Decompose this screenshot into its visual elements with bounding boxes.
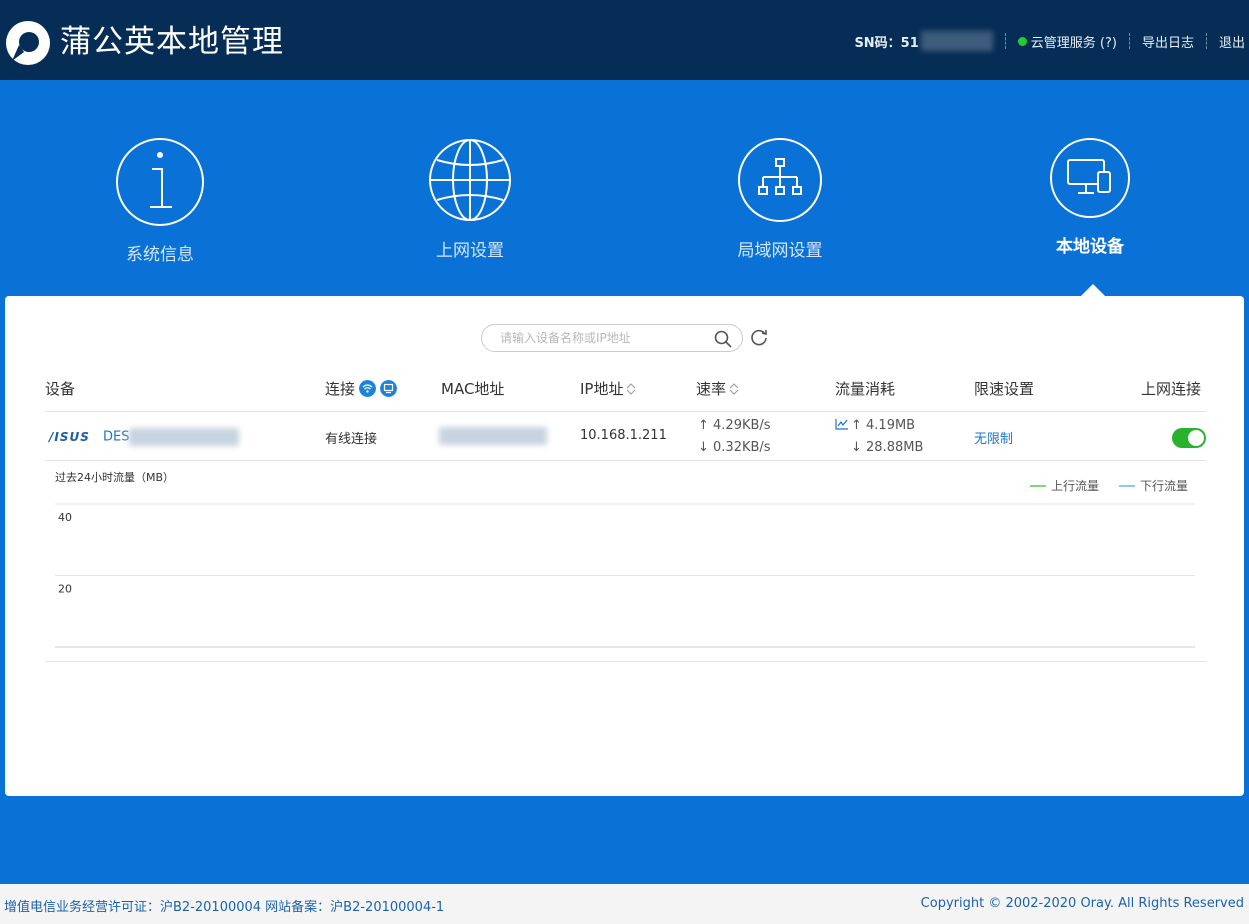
online-toggle[interactable] (1172, 428, 1206, 448)
nav-label: 上网设置 (436, 241, 504, 261)
y-tick-label: 20 (58, 583, 72, 596)
logout-link[interactable]: 退出 (1219, 32, 1245, 51)
divider (1004, 33, 1006, 49)
nav-label: 局域网设置 (737, 241, 823, 261)
active-tab-pointer (1081, 284, 1105, 296)
logo-icon (6, 21, 50, 65)
connection-type: 有线连接 (325, 432, 378, 447)
sn-value-redacted (920, 31, 993, 51)
chart-plot: 2040 (55, 503, 1195, 648)
traffic-chart: 过去24小时流量（MB） 上行流量 下行流量 20 40 (45, 461, 1206, 662)
traffic-down: ↓ 28.88MB (851, 440, 924, 455)
search-box (481, 324, 743, 352)
rate-down: ↓ 0.32KB/s (698, 440, 771, 455)
col-ip-label: IP地址 (580, 380, 624, 398)
refresh-icon[interactable] (749, 327, 769, 347)
ip-address: 10.168.1.211 (580, 428, 667, 443)
nav-circle (738, 138, 822, 222)
col-connection-label: 连接 (325, 380, 356, 398)
sort-icon[interactable] (626, 382, 636, 396)
devices-icon (1067, 159, 1111, 194)
nav-circle (428, 138, 512, 222)
devices-panel: 设备 连接 MAC地址 IP地址 速率 (5, 296, 1244, 796)
col-ip[interactable]: IP地址 (580, 378, 636, 399)
wired-filter-icon[interactable] (380, 380, 398, 397)
brand-logo: /ISUS (49, 430, 90, 444)
status-dot-icon (1017, 36, 1027, 46)
device-name[interactable]: DES (103, 428, 240, 446)
nav-local-devices[interactable]: 本地设备 (990, 138, 1190, 257)
header-actions: SN码：51 云管理服务 (?) 导出日志 退出 (854, 30, 1249, 52)
globe-icon (429, 139, 511, 221)
info-icon (150, 152, 172, 208)
table-row[interactable]: /ISUS DES 有线连接 10.168.1.211 ↑ 4.29KB/s ↓… (45, 412, 1206, 461)
export-log-link[interactable]: 导出日志 (1142, 32, 1194, 51)
device-name-redacted (129, 428, 240, 446)
nav-system-info[interactable]: 系统信息 (60, 138, 260, 265)
network-tree-icon (758, 158, 802, 195)
page-footer: 增值电信业务经营许可证：沪B2-20100004 网站备案：沪B2-201000… (0, 884, 1249, 924)
nav-label: 本地设备 (1056, 237, 1124, 257)
top-header: 蒲公英本地管理 SN码：51 云管理服务 (?) 导出日志 退出 (0, 0, 1249, 80)
divider (1205, 33, 1207, 49)
col-limit: 限速设置 (974, 380, 1035, 398)
device-name-text: DES (103, 429, 130, 445)
col-rate-label: 速率 (696, 380, 727, 398)
nav-circle (1050, 138, 1130, 218)
col-traffic: 流量消耗 (835, 380, 896, 398)
rate-up: ↑ 4.29KB/s (698, 418, 771, 433)
cloud-service-link[interactable]: 云管理服务 (?) (1031, 32, 1117, 51)
sn-label: SN码：51 (854, 35, 919, 51)
sort-icon[interactable] (729, 382, 739, 396)
nav-internet-settings[interactable]: 上网设置 (370, 138, 570, 261)
app-title: 蒲公英本地管理 (60, 24, 284, 60)
col-connection: 连接 (325, 378, 398, 399)
nav-label: 系统信息 (126, 245, 194, 265)
search-input[interactable] (500, 329, 700, 347)
y-tick-label: 40 (58, 511, 72, 524)
toggle-knob (1188, 430, 1204, 446)
col-online: 上网连接 (1141, 380, 1202, 398)
traffic-up: ↑ 4.19MB (851, 418, 916, 433)
chart-toggle-icon[interactable] (835, 418, 849, 430)
col-device: 设备 (45, 380, 76, 398)
nav-circle (116, 138, 204, 226)
search-icon[interactable] (714, 330, 732, 348)
license-text: 增值电信业务经营许可证：沪B2-20100004 网站备案：沪B2-201000… (4, 900, 445, 915)
copyright-text: Copyright © 2002-2020 Oray. All Rights R… (920, 896, 1244, 911)
col-mac: MAC地址 (441, 380, 505, 398)
table-header: 设备 连接 MAC地址 IP地址 速率 流量消耗 限速设置 上网连接 (45, 364, 1206, 412)
divider (1128, 33, 1130, 49)
speed-limit-link[interactable]: 无限制 (974, 428, 1013, 447)
mac-redacted (439, 427, 547, 445)
wifi-filter-icon[interactable] (359, 380, 377, 397)
devices-table: 设备 连接 MAC地址 IP地址 速率 流量消耗 限速设置 上网连接 /ISUS… (45, 364, 1206, 662)
col-rate[interactable]: 速率 (696, 378, 739, 399)
nav-lan-settings[interactable]: 局域网设置 (680, 138, 880, 261)
